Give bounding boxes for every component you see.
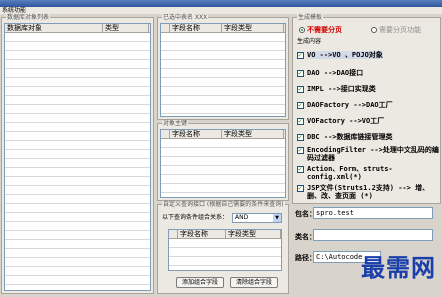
checkbox-icon[interactable]: [297, 69, 304, 77]
checkbox-icon[interactable]: [297, 146, 304, 154]
grid-header: 字段名称 字段类型: [169, 230, 281, 239]
grid-body: [161, 139, 285, 197]
grid-header: 字段名称 字段类型: [161, 130, 285, 139]
field-grid[interactable]: 字段名称 字段类型: [160, 23, 286, 117]
col-field-type[interactable]: 字段类型: [222, 130, 284, 138]
grid-header: 字段名称 字段类型: [161, 24, 285, 33]
checkbox-icon[interactable]: [297, 51, 304, 59]
template-panel-title: 生成模板: [297, 14, 324, 21]
col-field-name[interactable]: 字段名称: [170, 24, 222, 32]
radio-icon: [371, 27, 377, 33]
class-input[interactable]: [313, 229, 433, 241]
checkbox-icon[interactable]: [297, 117, 304, 125]
checkbox-icon[interactable]: [297, 85, 304, 93]
db-object-grid[interactable]: 数据库对象 类型: [4, 23, 151, 291]
db-object-panel: 数据库对象列表 数据库对象 类型: [1, 14, 154, 294]
clear-combine-button[interactable]: 清除组合字段: [230, 277, 278, 288]
grid-body: [5, 33, 150, 290]
col-field-type[interactable]: 字段类型: [226, 230, 281, 238]
option-vofactory[interactable]: VOFactory -->VO工厂: [297, 117, 384, 125]
grid-header: 数据库对象 类型: [5, 24, 150, 33]
query-grid[interactable]: 字段名称 字段类型: [168, 229, 282, 271]
option-encoding-filter[interactable]: EncodingFilter -->处理中文乱码的编码过滤器: [297, 146, 440, 162]
option-dao[interactable]: DAO -->DAO接口: [297, 69, 363, 77]
selected-table-title: 已选中表名 XXX: [162, 14, 209, 21]
col-field-name[interactable]: 字段名称: [170, 130, 222, 138]
menu-bar: 系统功能: [0, 7, 442, 14]
watermark-logo: 最需网: [361, 253, 436, 282]
package-input[interactable]: spro.test: [313, 207, 433, 219]
object-key-title: 对象主键: [162, 120, 189, 127]
checkbox-icon[interactable]: [297, 101, 304, 109]
col-field-name[interactable]: 字段名称: [178, 230, 226, 238]
col-type[interactable]: 类型: [103, 24, 149, 32]
combine-select[interactable]: AND ▼: [232, 213, 282, 223]
checkbox-icon[interactable]: [297, 184, 304, 192]
grid-body: [169, 239, 281, 270]
combine-label: 以下查询条件组合关系：: [162, 214, 229, 221]
add-combine-button[interactable]: 添加组合字段: [176, 277, 224, 288]
key-grid[interactable]: 字段名称 字段类型: [160, 129, 286, 198]
option-daofactory[interactable]: DAOFactory -->DAO工厂: [297, 101, 393, 109]
custom-query-panel: 自定义查询接口 (根据自己需要的条件来查询) 以下查询条件组合关系： AND ▼…: [157, 201, 289, 294]
object-key-panel: 对象主键 字段名称 字段类型: [157, 120, 289, 201]
radio-selected-icon: [299, 27, 305, 33]
menu-system[interactable]: 系统功能: [2, 7, 26, 14]
grid-body: [161, 33, 285, 116]
checkbox-icon[interactable]: [297, 165, 304, 173]
title-bar: [0, 0, 442, 7]
db-object-panel-title: 数据库对象列表: [6, 14, 51, 21]
option-action-form[interactable]: Action、Form、struts-config.xml(*): [297, 165, 417, 181]
option-vo[interactable]: VO -->VO 、POJO对象: [297, 51, 383, 59]
gen-content-title: 生成内容: [297, 38, 322, 45]
col-field-type[interactable]: 字段类型: [222, 24, 284, 32]
custom-query-title: 自定义查询接口 (根据自己需要的条件来查询): [162, 201, 285, 208]
option-jsp[interactable]: JSP文件(Struts1.2支持) --> 增、删、改、查页面 (*): [297, 184, 440, 200]
checkbox-icon[interactable]: [297, 133, 304, 141]
template-panel: 生成模板 不需要分页 需要分页功能 生成内容 VO -->VO 、POJO对象 …: [292, 14, 441, 204]
paging-radio[interactable]: 需要分页功能: [371, 25, 421, 35]
no-paging-radio[interactable]: 不需要分页: [299, 25, 342, 35]
chevron-down-icon[interactable]: ▼: [273, 214, 281, 222]
option-impl[interactable]: IMPL -->接口实现类: [297, 85, 376, 93]
option-dbc[interactable]: DBC -->数据库链接管理类: [297, 133, 393, 141]
selected-table-panel: 已选中表名 XXX 字段名称 字段类型: [157, 14, 289, 120]
col-db-object[interactable]: 数据库对象: [5, 24, 103, 32]
